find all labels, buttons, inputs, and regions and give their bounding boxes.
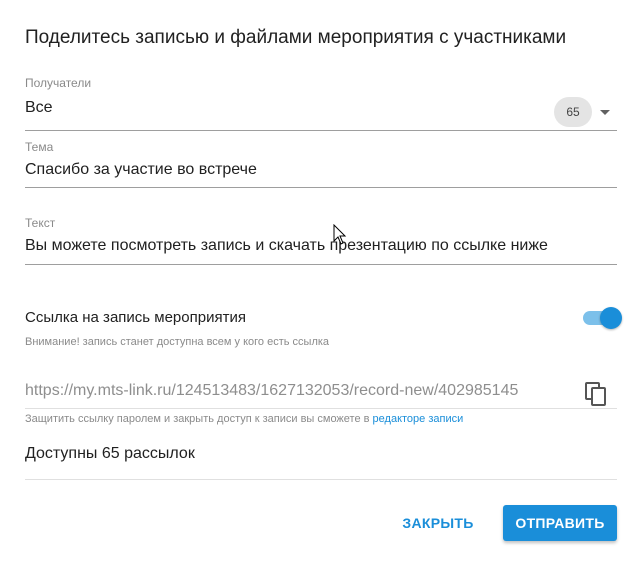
recipients-count-badge: 65 <box>554 97 592 127</box>
copy-icon[interactable] <box>585 382 607 406</box>
send-button[interactable]: ОТПРАВИТЬ <box>503 505 617 541</box>
url-underline <box>25 408 617 409</box>
record-link-warning: Внимание! запись станет доступна всем у … <box>25 336 330 348</box>
mailings-available: Доступны 65 рассылок <box>25 445 195 462</box>
recipients-underline <box>25 130 617 131</box>
recipients-label: Получатели <box>25 76 92 90</box>
record-link-label: Ссылка на запись мероприятия <box>25 309 246 326</box>
dialog-title: Поделитесь записью и файлами мероприятия… <box>25 27 567 48</box>
record-editor-link[interactable]: редакторе записи <box>373 413 464 425</box>
subject-underline <box>25 187 617 188</box>
record-link-url: https://my.mts-link.ru/124513483/1627132… <box>25 382 519 399</box>
close-button[interactable]: ЗАКРЫТЬ <box>394 505 482 541</box>
text-underline <box>25 264 617 265</box>
subject-input[interactable]: Спасибо за участие во встрече <box>25 161 257 179</box>
toggle-knob <box>600 307 622 329</box>
subject-label: Тема <box>25 140 54 154</box>
record-link-toggle[interactable] <box>583 306 622 330</box>
protect-hint-text: Защитить ссылку паролем и закрыть доступ… <box>25 413 370 425</box>
protect-hint: Защитить ссылку паролем и закрыть доступ… <box>25 413 463 425</box>
share-record-dialog: Поделитесь записью и файлами мероприятия… <box>0 0 639 562</box>
mouse-cursor-icon <box>333 224 347 245</box>
chevron-down-icon[interactable] <box>600 110 610 115</box>
mailings-underline <box>25 479 617 480</box>
recipients-select[interactable]: Все <box>25 99 53 117</box>
text-label: Текст <box>25 216 56 230</box>
text-input[interactable]: Вы можете посмотреть запись и скачать пр… <box>25 237 548 255</box>
